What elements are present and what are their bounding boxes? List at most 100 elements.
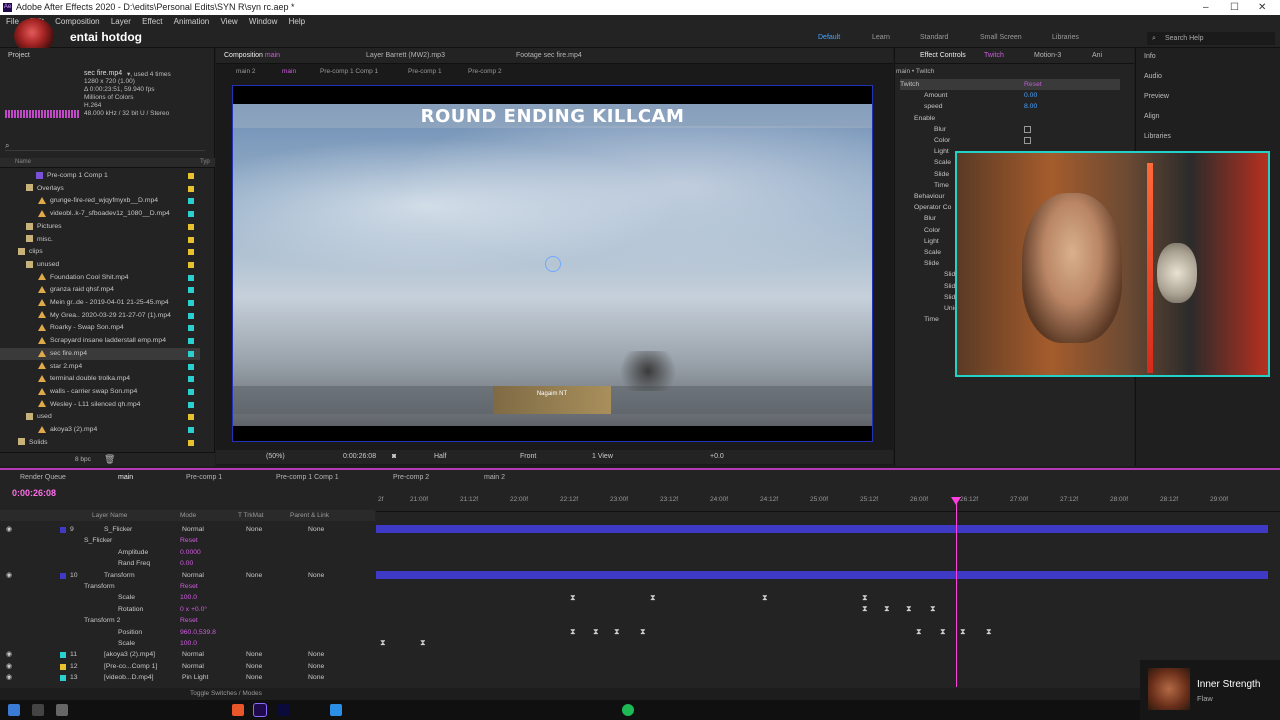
parent-select[interactable]: None	[308, 524, 324, 536]
label-color-chip[interactable]	[188, 236, 194, 243]
list-item[interactable]: granza raid qhsf.mp4	[0, 284, 200, 296]
panel-audio[interactable]: Audio	[1144, 73, 1162, 80]
label-color-chip[interactable]	[188, 274, 194, 281]
keyframe-marker[interactable]: ⧗	[640, 627, 646, 637]
label-color-chip[interactable]	[188, 173, 194, 179]
label-color-chip[interactable]	[188, 312, 194, 319]
menu-animation[interactable]: Animation	[174, 17, 210, 26]
keyframe-marker[interactable]: ⧗	[650, 593, 656, 603]
workspace-small-screen[interactable]: Small Screen	[980, 34, 1022, 41]
label-color-chip[interactable]	[60, 572, 66, 579]
effect-property[interactable]: Amount 0.00	[924, 90, 1120, 101]
premiere-icon[interactable]	[278, 704, 290, 716]
view-select[interactable]: Front	[520, 450, 536, 464]
list-item[interactable]: misc.	[0, 234, 200, 246]
list-item[interactable]: star 2.mp4	[0, 361, 200, 373]
windows-start-icon[interactable]	[8, 704, 20, 716]
visibility-eye-icon[interactable]: ◉	[6, 649, 12, 661]
layer-row[interactable]: ◉ 13 [videob...D.mp4] Pin Light None None	[0, 672, 375, 684]
effect-property[interactable]: Blur	[934, 124, 1120, 135]
keyframe-marker[interactable]: ⧗	[930, 604, 936, 614]
menu-window[interactable]: Window	[249, 17, 277, 26]
label-color-chip[interactable]	[60, 652, 66, 659]
explorer-icon[interactable]	[56, 704, 68, 716]
label-color-chip[interactable]	[60, 527, 66, 533]
layer-row[interactable]: ◉ 11 [akoya3 (2).mp4] Normal None None	[0, 649, 375, 661]
parent-select[interactable]: None	[308, 570, 324, 582]
label-color-chip[interactable]	[188, 439, 194, 446]
browser-icon[interactable]	[330, 704, 342, 716]
mode-select[interactable]: Normal	[182, 661, 204, 673]
property-row[interactable]: Rotation 0 x +0.0°	[0, 604, 375, 616]
keyframe-marker[interactable]: ⧗	[614, 627, 620, 637]
effect-property[interactable]: Color	[934, 135, 1120, 146]
layer-row[interactable]: ◉ 12 [Pre-co...Comp 1] Normal None None	[0, 661, 375, 673]
tab-effect-layer[interactable]: Twitch	[984, 52, 1004, 59]
exposure-value[interactable]: +0.0	[710, 450, 724, 464]
effect-property[interactable]: Enable	[914, 113, 1120, 124]
keyframe-marker[interactable]: ⧗	[570, 627, 576, 637]
label-color-chip[interactable]	[188, 198, 194, 205]
property-value[interactable]: 100.0	[180, 638, 197, 650]
menu-help[interactable]: Help	[289, 17, 305, 26]
time-ruler[interactable]: 2f 21:00f 21:12f 22:00f 22:12f 23:00f 23:12f 24…	[376, 494, 1280, 512]
label-color-chip[interactable]	[60, 663, 66, 670]
tab-main-2[interactable]: main 2	[484, 474, 505, 481]
keyframe-marker[interactable]: ⧗	[762, 593, 768, 603]
label-color-chip[interactable]	[188, 261, 194, 268]
property-row[interactable]: Transform 2 Reset	[0, 615, 375, 627]
list-item[interactable]: Roarky - Swap Son.mp4	[0, 322, 200, 334]
layer-duration-bar[interactable]	[376, 525, 1268, 533]
tab-main[interactable]: main	[118, 474, 133, 481]
list-item[interactable]: sec fire.mp4	[0, 347, 200, 360]
visibility-eye-icon[interactable]: ◉	[6, 661, 12, 673]
list-item[interactable]: Pictures	[0, 221, 200, 233]
property-value[interactable]: 100.0	[180, 592, 197, 604]
label-color-chip[interactable]	[188, 414, 194, 421]
panel-libraries[interactable]: Libraries	[1144, 133, 1171, 140]
mode-select[interactable]: Normal	[182, 570, 204, 582]
label-color-chip[interactable]	[188, 401, 194, 408]
keyframe-marker[interactable]: ⧗	[960, 627, 966, 637]
parent-select[interactable]: None	[308, 649, 324, 661]
property-value[interactable]: 0 x +0.0°	[180, 604, 207, 616]
list-item[interactable]: grunge-fire-red_wjqyfmyxb__D.mp4	[0, 195, 200, 207]
property-value[interactable]: Reset	[180, 581, 198, 593]
trash-icon[interactable]: 🗑	[104, 454, 115, 465]
property-value[interactable]: Reset	[180, 615, 198, 627]
list-item[interactable]: Wesley - L11 silenced qh.mp4	[0, 399, 200, 411]
keyframe-marker[interactable]: ⧗	[862, 593, 868, 603]
property-value[interactable]: 8.00	[1024, 101, 1037, 112]
label-color-chip[interactable]	[188, 350, 194, 357]
keyframe-marker[interactable]: ⧗	[940, 627, 946, 637]
property-row[interactable]: S_Flicker Reset	[0, 535, 375, 547]
column-parent[interactable]: Parent & Link	[290, 510, 329, 521]
list-item[interactable]: Mein gr..de - 2019-04-01 21-25-45.mp4	[0, 297, 200, 309]
minimize-icon[interactable]: –	[1203, 0, 1209, 15]
visibility-eye-icon[interactable]: ◉	[6, 672, 12, 684]
project-search-input[interactable]: ⌕	[5, 141, 205, 151]
keyframe-marker[interactable]: ⧗	[916, 627, 922, 637]
parent-select[interactable]: None	[308, 672, 324, 684]
list-item[interactable]: unused	[0, 259, 200, 271]
workspace-default[interactable]: Default	[818, 34, 840, 41]
label-color-chip[interactable]	[188, 300, 194, 306]
visibility-eye-icon[interactable]: ◉	[6, 524, 12, 536]
layer-row[interactable]: ◉ 10 Transform Normal None None	[0, 570, 375, 582]
trk-select[interactable]: None	[246, 524, 262, 536]
list-item[interactable]: Foundation Cool Shit.mp4	[0, 272, 200, 284]
tab-precomp-comp1[interactable]: Pre-comp 1 Comp 1	[276, 474, 339, 481]
property-row[interactable]: Position 960.0,539.8	[0, 627, 375, 639]
list-item[interactable]: Pre-comp 1 Comp 1	[0, 170, 200, 182]
label-color-chip[interactable]	[188, 427, 194, 433]
maximize-icon[interactable]: ☐	[1230, 0, 1239, 15]
menu-layer[interactable]: Layer	[111, 17, 131, 26]
tab-composition[interactable]: Composition main	[224, 52, 280, 59]
property-value[interactable]: Reset	[1024, 79, 1042, 90]
trk-select[interactable]: None	[246, 661, 262, 673]
list-item[interactable]: My Grea.. 2020-03-29 21-27-07 (1).mp4	[0, 310, 200, 322]
visibility-eye-icon[interactable]: ◉	[6, 570, 12, 582]
label-color-chip[interactable]	[188, 223, 194, 230]
playhead[interactable]	[956, 497, 957, 687]
zoom-select[interactable]: (50%)	[266, 450, 285, 464]
